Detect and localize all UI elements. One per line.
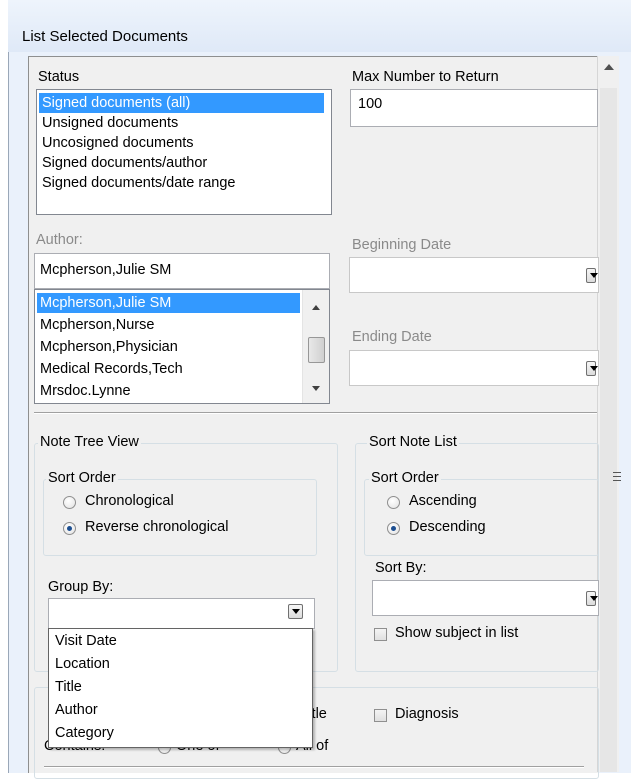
ascending-label[interactable]: Ascending xyxy=(409,493,477,509)
descending-radio[interactable] xyxy=(387,522,400,535)
scroll-thumb[interactable] xyxy=(308,337,325,363)
author-item[interactable]: Mcpherson,Physician xyxy=(37,337,178,357)
arrow-up-icon[interactable] xyxy=(312,305,320,310)
calendar-dropdown-button[interactable] xyxy=(586,361,598,376)
ending-date-input[interactable] xyxy=(349,350,599,386)
status-label: Status xyxy=(38,69,80,85)
max-return-label: Max Number to Return xyxy=(352,69,499,85)
ending-date-label: Ending Date xyxy=(352,329,432,345)
resize-grip-icon[interactable] xyxy=(613,472,621,484)
max-return-value: 100 xyxy=(358,96,383,112)
group-by-dropdown-list[interactable]: Visit Date Location Title Author Categor… xyxy=(48,628,313,748)
ascending-radio[interactable] xyxy=(387,496,400,509)
author-value: Mcpherson,Julie SM xyxy=(40,262,172,278)
arrow-up-icon[interactable] xyxy=(604,64,614,70)
status-item[interactable]: Uncosigned documents xyxy=(39,133,194,153)
max-return-input[interactable]: 100 xyxy=(350,89,598,127)
divider xyxy=(34,412,597,414)
diagnosis-label[interactable]: Diagnosis xyxy=(395,706,459,722)
author-item[interactable]: Mcpherson,Nurse xyxy=(37,315,154,335)
author-item[interactable]: Mrsdoc.Lynne xyxy=(37,381,131,401)
author-item[interactable]: Medical Records,Tech xyxy=(37,359,183,379)
tree-sort-order-group xyxy=(43,479,317,556)
author-input[interactable]: Mcpherson,Julie SM xyxy=(34,253,330,289)
sort-by-label: Sort By: xyxy=(375,560,427,576)
reverse-chronological-radio[interactable] xyxy=(63,522,76,535)
chronological-label[interactable]: Chronological xyxy=(85,493,174,509)
group-by-option[interactable]: Location xyxy=(55,653,110,676)
group-by-option[interactable]: Visit Date xyxy=(55,630,117,653)
window-title: List Selected Documents xyxy=(22,28,188,45)
chevron-down-icon[interactable] xyxy=(586,591,598,606)
chevron-down-icon[interactable] xyxy=(288,604,303,619)
scrollbar-track[interactable] xyxy=(600,88,617,772)
status-item[interactable]: Signed documents (all) xyxy=(39,93,324,113)
group-by-label: Group By: xyxy=(48,579,114,595)
calendar-dropdown-button[interactable] xyxy=(586,268,598,283)
sort-by-select[interactable] xyxy=(372,580,599,616)
descending-label[interactable]: Descending xyxy=(409,519,486,535)
group-by-option[interactable]: Title xyxy=(55,676,82,699)
author-list-scrollbar[interactable] xyxy=(302,290,329,403)
show-subject-label[interactable]: Show subject in list xyxy=(395,625,518,641)
tree-sort-order-label: Sort Order xyxy=(46,470,118,486)
diagnosis-checkbox[interactable] xyxy=(374,709,387,722)
status-listbox[interactable]: Signed documents (all) Unsigned document… xyxy=(36,89,332,215)
status-item[interactable]: Unsigned documents xyxy=(39,113,178,133)
group-by-option[interactable]: Category xyxy=(55,722,114,745)
chronological-radio[interactable] xyxy=(63,496,76,509)
reverse-chronological-label[interactable]: Reverse chronological xyxy=(85,519,228,535)
note-tree-view-label: Note Tree View xyxy=(38,434,141,450)
status-item[interactable]: Signed documents/date range xyxy=(39,173,235,193)
author-label: Author: xyxy=(36,232,83,248)
sort-note-list-label: Sort Note List xyxy=(367,434,459,450)
arrow-down-icon[interactable] xyxy=(312,386,320,391)
group-by-option[interactable]: Author xyxy=(55,699,98,722)
author-item[interactable]: Mcpherson,Julie SM xyxy=(37,293,300,313)
group-by-select[interactable] xyxy=(48,598,315,629)
author-listbox[interactable]: Mcpherson,Julie SM Mcpherson,Nurse Mcphe… xyxy=(34,289,330,404)
beginning-date-label: Beginning Date xyxy=(352,237,452,253)
beginning-date-input[interactable] xyxy=(349,257,599,293)
list-sort-order-label: Sort Order xyxy=(369,470,441,486)
list-sort-order-group xyxy=(364,479,599,556)
show-subject-checkbox[interactable] xyxy=(374,628,387,641)
divider xyxy=(44,766,584,768)
status-item[interactable]: Signed documents/author xyxy=(39,153,207,173)
